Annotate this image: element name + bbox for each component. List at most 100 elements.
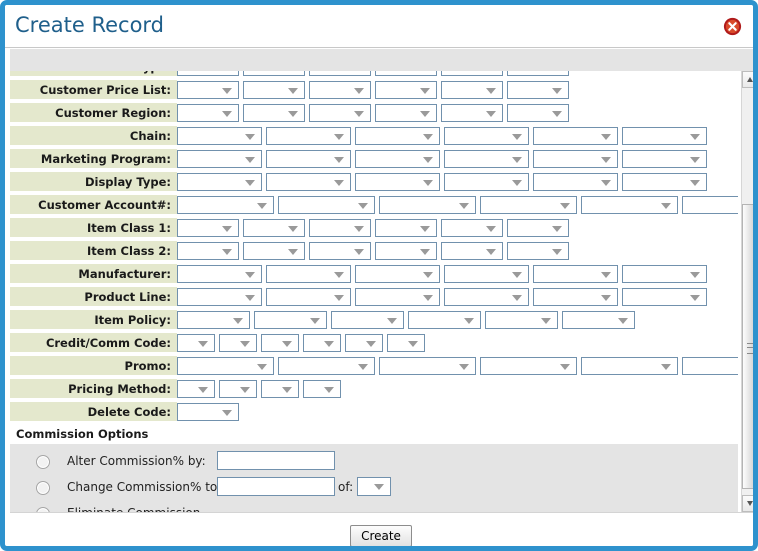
dropdown-select[interactable] (507, 219, 569, 237)
dropdown-select[interactable] (622, 127, 707, 145)
dropdown-select[interactable] (177, 288, 262, 306)
dropdown-select[interactable] (243, 104, 305, 122)
dropdown-select[interactable] (177, 104, 239, 122)
commission-value-input[interactable] (217, 451, 335, 470)
vertical-scrollbar[interactable] (741, 71, 758, 512)
dropdown-select[interactable] (533, 127, 618, 145)
dropdown-select[interactable] (254, 311, 327, 329)
dropdown-select[interactable] (266, 150, 351, 168)
radio-button[interactable] (36, 481, 50, 495)
dropdown-select[interactable] (507, 81, 569, 99)
dropdown-select[interactable] (441, 219, 503, 237)
dropdown-select[interactable] (177, 380, 215, 398)
dropdown-select[interactable] (507, 71, 569, 76)
dropdown-select[interactable] (444, 288, 529, 306)
dropdown-select[interactable] (266, 265, 351, 283)
dropdown-select[interactable] (355, 150, 440, 168)
dropdown-select[interactable] (441, 242, 503, 260)
dropdown-select[interactable] (177, 265, 262, 283)
create-button[interactable]: Create (350, 525, 412, 547)
dropdown-select[interactable] (177, 150, 262, 168)
dropdown-select[interactable] (177, 81, 239, 99)
dropdown-select[interactable] (355, 173, 440, 191)
dropdown-select[interactable] (533, 173, 618, 191)
dropdown-select[interactable] (177, 173, 262, 191)
dropdown-select[interactable] (266, 288, 351, 306)
commission-value-input[interactable] (217, 477, 335, 496)
dropdown-select[interactable] (480, 196, 577, 214)
dropdown-select[interactable] (243, 242, 305, 260)
scrollbar-thumb[interactable] (742, 204, 758, 489)
dropdown-select[interactable] (682, 196, 738, 214)
dropdown-select[interactable] (355, 265, 440, 283)
dropdown-select[interactable] (480, 357, 577, 375)
dropdown-select[interactable] (177, 219, 239, 237)
dropdown-select[interactable] (562, 311, 635, 329)
dropdown-select[interactable] (177, 127, 262, 145)
dropdown-select[interactable] (581, 196, 678, 214)
dropdown-select[interactable] (261, 380, 299, 398)
dropdown-select[interactable] (219, 334, 257, 352)
dropdown-select[interactable] (177, 242, 239, 260)
dropdown-select[interactable] (243, 81, 305, 99)
dropdown-select[interactable] (375, 242, 437, 260)
dropdown-select[interactable] (408, 311, 481, 329)
dropdown-select[interactable] (375, 104, 437, 122)
dropdown-select[interactable] (177, 71, 239, 76)
dropdown-select[interactable] (379, 357, 476, 375)
dropdown-select[interactable] (177, 196, 274, 214)
dropdown-select[interactable] (243, 71, 305, 76)
dropdown-select[interactable] (507, 104, 569, 122)
dropdown-select[interactable] (219, 380, 257, 398)
dropdown-select[interactable] (387, 334, 425, 352)
dropdown-select[interactable] (375, 219, 437, 237)
dropdown-select[interactable] (379, 196, 476, 214)
dropdown-select[interactable] (444, 265, 529, 283)
dropdown-select[interactable] (177, 334, 215, 352)
dropdown-select[interactable] (622, 173, 707, 191)
dropdown-select[interactable] (355, 127, 440, 145)
dropdown-select[interactable] (375, 81, 437, 99)
dropdown-select[interactable] (444, 173, 529, 191)
dropdown-select[interactable] (309, 104, 371, 122)
dropdown-select[interactable] (441, 81, 503, 99)
dropdown-select[interactable] (309, 219, 371, 237)
dropdown-select[interactable] (507, 242, 569, 260)
commission-basis-dropdown[interactable] (357, 477, 391, 496)
dropdown-select[interactable] (278, 357, 375, 375)
dropdown-select[interactable] (444, 127, 529, 145)
dropdown-select[interactable] (331, 311, 404, 329)
dropdown-select[interactable] (622, 288, 707, 306)
dropdown-select[interactable] (266, 173, 351, 191)
dropdown-select[interactable] (441, 71, 503, 76)
dropdown-select[interactable] (177, 403, 239, 421)
dropdown-select[interactable] (622, 150, 707, 168)
dropdown-select[interactable] (261, 334, 299, 352)
dropdown-select[interactable] (444, 150, 529, 168)
dropdown-select[interactable] (309, 71, 371, 76)
dropdown-select[interactable] (682, 357, 738, 375)
chevron-down-icon[interactable] (742, 495, 758, 512)
dropdown-select[interactable] (345, 334, 383, 352)
dropdown-select[interactable] (177, 357, 274, 375)
dropdown-select[interactable] (441, 104, 503, 122)
dropdown-select[interactable] (533, 150, 618, 168)
dropdown-select[interactable] (177, 311, 250, 329)
dropdown-select[interactable] (303, 380, 341, 398)
dropdown-select[interactable] (303, 334, 341, 352)
radio-button[interactable] (36, 455, 50, 469)
dropdown-select[interactable] (309, 242, 371, 260)
chevron-up-icon[interactable] (742, 71, 758, 88)
dropdown-select[interactable] (278, 196, 375, 214)
close-icon[interactable] (723, 17, 742, 36)
dropdown-select[interactable] (266, 127, 351, 145)
dropdown-select[interactable] (243, 219, 305, 237)
dropdown-select[interactable] (533, 265, 618, 283)
dropdown-select[interactable] (375, 71, 437, 76)
dropdown-select[interactable] (309, 81, 371, 99)
dropdown-select[interactable] (355, 288, 440, 306)
dropdown-select[interactable] (485, 311, 558, 329)
dropdown-select[interactable] (581, 357, 678, 375)
dropdown-select[interactable] (622, 265, 707, 283)
dropdown-select[interactable] (533, 288, 618, 306)
